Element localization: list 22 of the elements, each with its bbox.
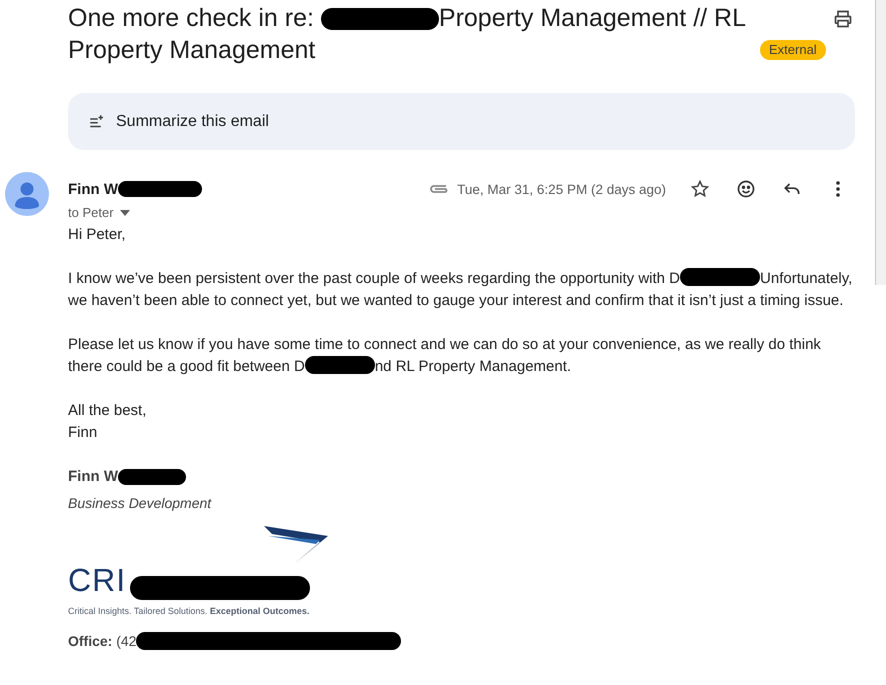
email-paragraph: Please let us know if you have some time to connect and we can do so at your convenience, as we really do think there could be a good fit between D nd RL Property Management. <box>68 335 822 377</box>
email-paragraph: Hi Peter, <box>68 225 127 245</box>
signature-name: Finn W <box>68 467 118 487</box>
office-phone: Office: (42 <box>68 632 136 651</box>
email-paragraph: All the best, <box>68 401 148 421</box>
avatar-icon <box>5 172 49 216</box>
summarize-button[interactable]: Summarize this email <box>68 93 855 150</box>
message-date: Tue, Mar 31, 6:25 PM (2 days ago) <box>457 182 666 196</box>
sender-name: Finn W <box>68 180 118 198</box>
redaction-mark <box>118 469 186 485</box>
signature-title: Business Development <box>68 494 212 513</box>
sparkle-lines-icon <box>88 112 106 130</box>
external-badge: External <box>760 40 826 60</box>
scrollbar[interactable] <box>875 0 886 285</box>
logo-tagline: Critical Insights. Tailored Solutions. Exceptional Outcomes. <box>68 605 310 618</box>
caret-icon <box>120 210 130 216</box>
wing-logo-icon <box>264 526 328 564</box>
email-paragraph: I know we’ve been persistent over the past couple of weeks regarding the opportunity with D Unfortunately, we haven’t been able to connect yet, but we wanted to gauge your interest and confirm that it isn’t just a timing issue. <box>68 268 854 311</box>
recipient-dropdown[interactable]: to Peter <box>68 205 130 220</box>
email-subject: One more check in re: Property Management // RL Property Management <box>68 3 746 66</box>
logo-text: CRI <box>68 569 126 591</box>
email-paragraph: Finn <box>68 423 98 443</box>
